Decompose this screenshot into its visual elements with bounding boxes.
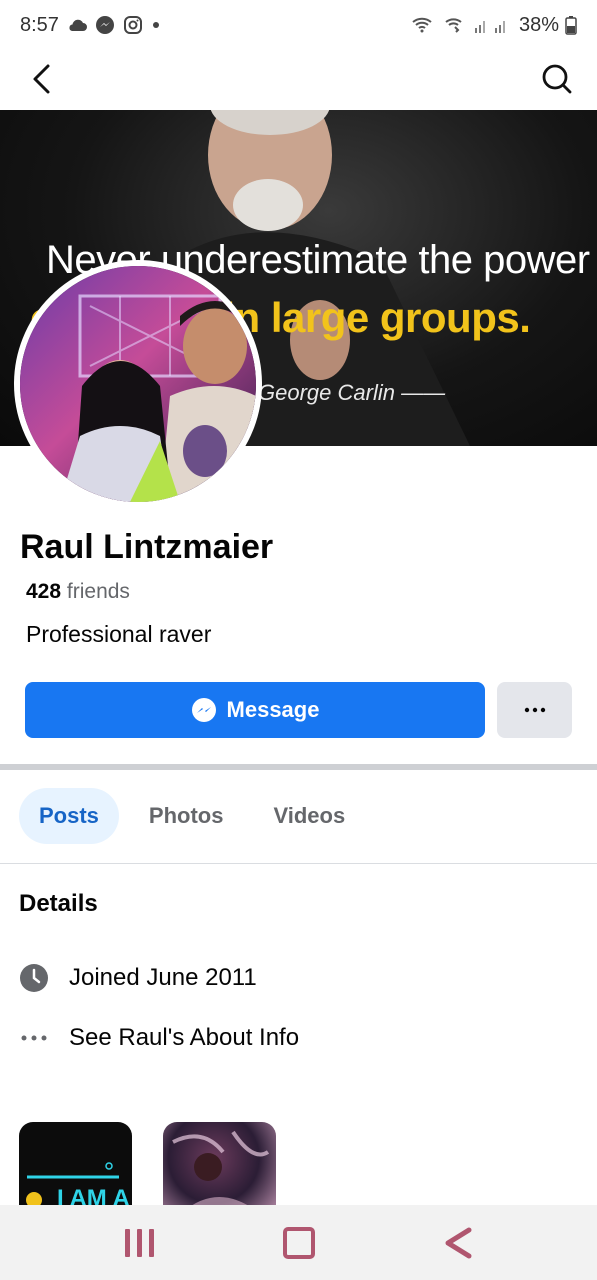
status-bar: 8:57 38% bbox=[0, 0, 597, 50]
tab-videos[interactable]: Videos bbox=[253, 788, 365, 844]
detail-joined-text: Joined June 2011 bbox=[69, 964, 257, 991]
signal-icon bbox=[473, 16, 513, 34]
tabs-divider bbox=[0, 863, 597, 864]
back-arrow-icon bbox=[445, 1227, 471, 1258]
search-button[interactable] bbox=[537, 59, 577, 99]
thumb-art: I AM A bbox=[26, 1162, 130, 1212]
photo-thumbnail[interactable]: I AM A bbox=[19, 1122, 132, 1212]
status-left: 8:57 bbox=[20, 14, 161, 37]
status-right: 38% bbox=[411, 14, 577, 37]
system-nav-bar bbox=[0, 1205, 597, 1280]
system-back-button[interactable] bbox=[428, 1213, 488, 1273]
dot-icon bbox=[151, 20, 161, 30]
detail-about-info[interactable]: See Raul's About Info bbox=[19, 1018, 299, 1058]
messenger-icon bbox=[95, 15, 115, 35]
messenger-icon bbox=[191, 698, 216, 722]
details-title: Details bbox=[19, 890, 98, 917]
profile-actions: Message bbox=[25, 682, 572, 738]
cloud-icon bbox=[67, 18, 87, 32]
clock-icon bbox=[19, 963, 49, 993]
cover-quote-attribution: George Carlin —— bbox=[258, 380, 446, 405]
thumb-art bbox=[172, 1130, 270, 1212]
chevron-left-icon bbox=[33, 64, 50, 94]
instagram-icon bbox=[123, 15, 143, 35]
detail-about-info-text: See Raul's About Info bbox=[69, 1024, 300, 1051]
section-divider bbox=[0, 764, 597, 770]
recent-apps-button[interactable] bbox=[110, 1213, 170, 1273]
profile-name: Raul Lintzmaier bbox=[20, 528, 274, 566]
battery-percent: 38% bbox=[518, 13, 559, 36]
more-dots-icon bbox=[19, 1023, 49, 1053]
message-button[interactable]: Message bbox=[25, 682, 485, 738]
volte-icon bbox=[443, 15, 467, 35]
profile-bio: Professional raver bbox=[26, 621, 212, 647]
home-button[interactable] bbox=[269, 1213, 329, 1273]
top-nav bbox=[0, 50, 597, 108]
more-dots-icon bbox=[524, 707, 545, 713]
status-time: 8:57 bbox=[20, 13, 59, 36]
more-options-button[interactable] bbox=[497, 682, 572, 738]
message-button-label: Message bbox=[226, 697, 320, 722]
profile-tabs: Posts Photos Videos bbox=[19, 788, 365, 844]
back-button[interactable] bbox=[22, 59, 62, 99]
search-icon bbox=[542, 64, 572, 94]
photo-thumbnail[interactable] bbox=[163, 1122, 276, 1212]
wifi-calling-icon bbox=[411, 15, 437, 35]
friends-label: friends bbox=[66, 580, 130, 603]
battery-icon bbox=[565, 15, 577, 35]
friends-number: 428 bbox=[26, 580, 62, 603]
tab-posts[interactable]: Posts bbox=[19, 788, 119, 844]
avatar-photo bbox=[20, 266, 256, 502]
friends-count[interactable]: 428 friends bbox=[26, 580, 130, 604]
home-icon bbox=[282, 1226, 315, 1259]
detail-joined: Joined June 2011 bbox=[19, 958, 257, 998]
avatar[interactable] bbox=[14, 260, 262, 508]
recent-apps-icon bbox=[124, 1228, 154, 1257]
tab-photos[interactable]: Photos bbox=[129, 788, 244, 844]
